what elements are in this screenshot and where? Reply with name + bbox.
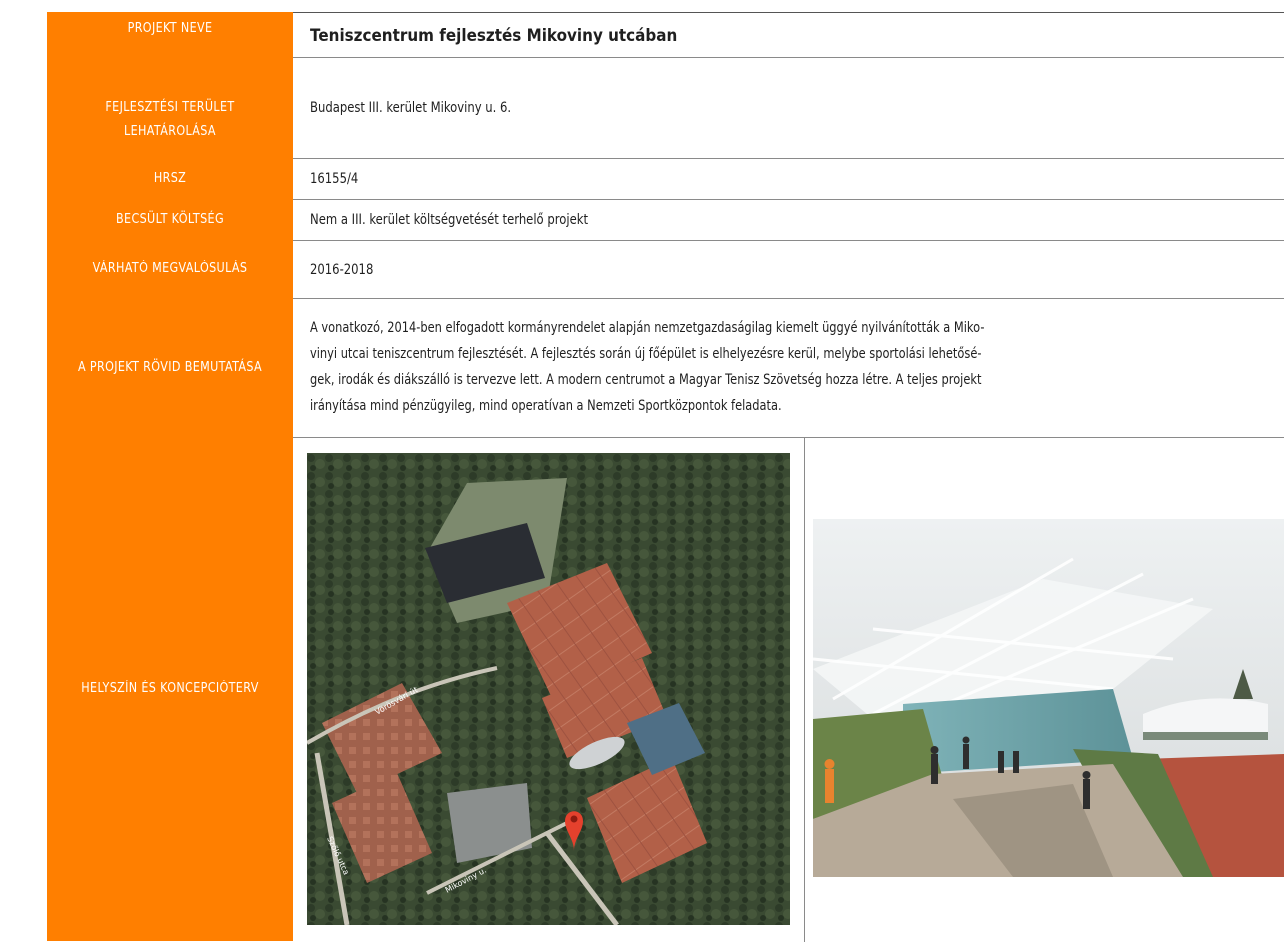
label-location-concept: HELYSZÍN ÉS KONCEPCIÓTERV bbox=[81, 681, 259, 696]
label-column: PROJEKT NEVE FEJLESZTÉSI TERÜLET LEHATÁRO… bbox=[47, 12, 293, 941]
cost-value: Nem a III. kerület költségvetését terhel… bbox=[310, 212, 589, 228]
hrsz-value: 16155/4 bbox=[310, 171, 359, 187]
summary-line: gek, irodák és diákszálló is tervezve le… bbox=[310, 372, 982, 388]
concept-render-image bbox=[813, 519, 1284, 877]
row-project-name: Teniszcentrum fejlesztés Mikoviny utcába… bbox=[293, 13, 1284, 58]
satellite-map-image: Vörösvári út Szőlő utca Mikoviny u. bbox=[307, 453, 790, 925]
row-development-area: Budapest III. kerület Mikoviny u. 6. bbox=[293, 58, 1284, 159]
row-project-summary: A vonatkozó, 2014-ben elfogadott kormány… bbox=[293, 299, 1284, 438]
area-value: Budapest III. kerület Mikoviny u. 6. bbox=[310, 100, 512, 116]
summary-line: irányítása mind pénzügyileg, mind operat… bbox=[310, 398, 782, 414]
image-divider bbox=[804, 438, 805, 942]
content-column: Teniszcentrum fejlesztés Mikoviny utcába… bbox=[293, 12, 1284, 942]
label-estimated-cost: BECSÜLT KÖLTSÉG bbox=[116, 211, 224, 227]
timeline-value: 2016-2018 bbox=[310, 261, 374, 278]
row-hrsz: 16155/4 bbox=[293, 159, 1284, 200]
project-title: Teniszcentrum fejlesztés Mikoviny utcába… bbox=[310, 25, 678, 45]
summary-line: vinyi utcai teniszcentrum fejlesztését. … bbox=[310, 346, 982, 362]
row-expected-timeline: 2016-2018 bbox=[293, 241, 1284, 299]
label-development-area: FEJLESZTÉSI TERÜLET LEHATÁROLÁSA bbox=[105, 100, 235, 139]
project-sheet: PROJEKT NEVE FEJLESZTÉSI TERÜLET LEHATÁRO… bbox=[47, 12, 1284, 942]
row-estimated-cost: Nem a III. kerület költségvetését terhel… bbox=[293, 200, 1284, 241]
label-project-summary: A PROJEKT RÖVID BEMUTATÁSA bbox=[77, 359, 263, 375]
summary-text: A vonatkozó, 2014-ben elfogadott kormány… bbox=[310, 315, 1280, 419]
label-expected-timeline: VÁRHATÓ MEGVALÓSULÁS bbox=[92, 261, 248, 276]
label-hrsz: HRSZ bbox=[153, 170, 187, 186]
summary-line: A vonatkozó, 2014-ben elfogadott kormány… bbox=[310, 320, 985, 336]
label-project-name: PROJEKT NEVE bbox=[127, 21, 213, 36]
